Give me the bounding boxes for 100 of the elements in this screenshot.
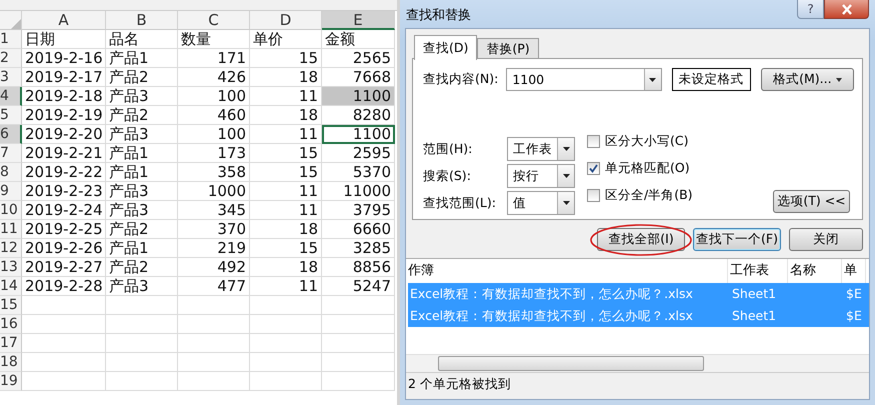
table-cell: 2019-2-28 [22, 277, 106, 296]
column-header[interactable]: D [250, 11, 322, 30]
row-header[interactable]: 16 [0, 315, 22, 334]
row-header[interactable]: 19 [0, 372, 22, 391]
table-cell [250, 296, 322, 315]
row-header[interactable]: 10 [0, 201, 22, 220]
tab[interactable]: 替换(P) [477, 38, 539, 59]
checkbox[interactable] [587, 134, 600, 148]
table-cell: 8856 [322, 258, 395, 277]
checkbox[interactable] [587, 188, 600, 202]
table-cell: 2019-2-26 [22, 239, 106, 258]
table-cell-text: Excel教程：有数据却查找不到，怎么办呢？.xlsx [409, 307, 694, 325]
row-header[interactable]: 11 [0, 220, 22, 239]
find-field[interactable]: 1100 [506, 68, 662, 91]
table-cell [250, 315, 322, 334]
table-cell: 171 [178, 49, 250, 68]
column-header[interactable]: C [178, 11, 250, 30]
table-cell-text: Sheet1 [731, 285, 778, 303]
table-cell: 173 [178, 144, 250, 163]
column-title: 单价 [250, 30, 322, 49]
table-cell [250, 334, 322, 353]
table-cell: 345 [178, 201, 250, 220]
table-cell: 477 [178, 277, 250, 296]
close-button[interactable] [824, 0, 869, 19]
table-cell: 370 [178, 220, 250, 239]
row-header[interactable]: 12 [0, 239, 22, 258]
dropdown[interactable]: 按行 [507, 164, 575, 188]
table-cell: 2019-2-23 [22, 182, 106, 201]
row-header[interactable]: 18 [0, 353, 22, 372]
dropdown-arrow-icon[interactable] [562, 201, 570, 205]
table-cell [106, 315, 178, 334]
table-cell: 2595 [322, 144, 395, 163]
row-header[interactable]: 2 [0, 49, 22, 68]
table-cell: 2019-2-20 [22, 125, 106, 144]
tab[interactable]: 查找(D) [414, 35, 478, 60]
row-header[interactable]: 15 [0, 296, 22, 315]
table-cell: 460 [178, 106, 250, 125]
table-cell-text: $E [845, 285, 863, 303]
status-bar: 2 个单元格被找到 [406, 372, 869, 395]
table-cell: 18 [250, 106, 322, 125]
row-header[interactable]: 8 [0, 163, 22, 182]
table-cell: 2019-2-21 [22, 144, 106, 163]
column-title: 数量 [178, 30, 250, 49]
checkbox-label[interactable]: 区分大小写(C) [605, 132, 688, 150]
field-label: 查找范围(L): [423, 194, 497, 212]
help-button[interactable]: ? [797, 0, 824, 19]
format-button[interactable]: 格式(M)... [760, 68, 854, 91]
table-cell-text: Sheet1 [731, 307, 778, 325]
table-cell: 219 [178, 239, 250, 258]
column-title: 日期 [22, 30, 106, 49]
checkbox-label[interactable]: 区分全/半角(B) [605, 186, 693, 204]
table-cell: 18 [250, 220, 322, 239]
table-cell: 产品3 [106, 201, 178, 220]
table-cell: 1100 [322, 125, 395, 144]
table-cell: 358 [178, 163, 250, 182]
row-header[interactable]: 5 [0, 106, 22, 125]
checkbox[interactable] [587, 162, 600, 174]
row-header[interactable]: 7 [0, 144, 22, 163]
table-cell: 100 [178, 87, 250, 106]
table-cell: 产品2 [106, 258, 178, 277]
format-preview: 未设定格式 [672, 68, 751, 91]
dialog-button[interactable]: 查找全部(I) [597, 228, 685, 250]
row-header[interactable]: 9 [0, 182, 22, 201]
row-header[interactable]: 1 [0, 30, 22, 49]
table-cell [106, 353, 178, 372]
dialog-button[interactable]: 关闭 [789, 228, 863, 250]
table-cell: 11 [250, 125, 322, 144]
dialog-button[interactable]: 查找下一个(F) [693, 228, 781, 250]
table-cell: 11 [250, 182, 322, 201]
options-button[interactable]: 选项(T) << [773, 190, 850, 212]
column-title: 金额 [322, 30, 395, 49]
table-cell-text: $E [845, 307, 863, 325]
table-cell: 15 [250, 144, 322, 163]
dropdown-arrow-icon[interactable] [562, 147, 570, 151]
scrollbar[interactable] [406, 354, 869, 372]
column-header[interactable]: E [322, 11, 395, 30]
row-header[interactable]: 17 [0, 334, 22, 353]
table-cell [106, 372, 178, 391]
table-cell: 5370 [322, 163, 395, 182]
table-cell [250, 372, 322, 391]
table-cell: 11 [250, 201, 322, 220]
table-cell: 产品2 [106, 220, 178, 239]
table-cell: 产品1 [106, 144, 178, 163]
dropdown-arrow-icon[interactable] [562, 174, 570, 178]
table-cell: 产品3 [106, 182, 178, 201]
row-header[interactable]: 3 [0, 68, 22, 87]
table-cell: 18 [250, 258, 322, 277]
dropdown[interactable]: 值 [507, 191, 575, 215]
checkbox-label[interactable]: 单元格匹配(O) [605, 160, 690, 176]
row-header[interactable]: 14 [0, 277, 22, 296]
table-cell [178, 353, 250, 372]
dropdown-arrow-icon[interactable] [649, 78, 656, 82]
row-header[interactable]: 4 [0, 87, 22, 106]
column-header[interactable]: A [22, 11, 106, 30]
row-header[interactable]: 6 [0, 125, 22, 144]
dropdown[interactable]: 工作表 [507, 137, 575, 161]
row-header[interactable]: 13 [0, 258, 22, 277]
column-header[interactable]: B [106, 11, 178, 30]
table-cell: 产品2 [106, 106, 178, 125]
table-cell [178, 372, 250, 391]
